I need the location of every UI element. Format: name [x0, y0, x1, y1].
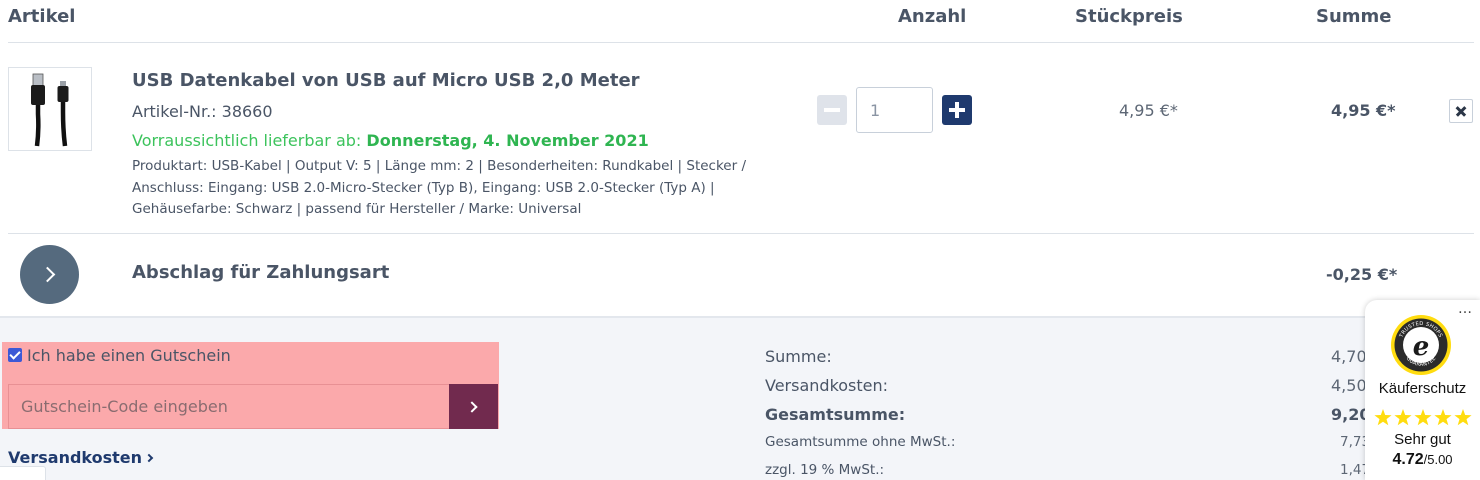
voucher-code-input[interactable] — [8, 384, 450, 429]
subtotal-value: 4,70 — [1331, 347, 1367, 366]
trusted-shops-seal-icon: e TRUSTED SHOPS GUARANTEE — [1391, 315, 1451, 375]
product-properties: Produktart: USB-Kabel | Output V: 5 | Lä… — [132, 156, 772, 221]
vat-label: zzgl. 19 % MwSt.: — [765, 462, 885, 478]
shipping-costs-label[interactable]: Versandkosten — [8, 448, 142, 467]
article-number: Artikel-Nr.: 38660 — [132, 102, 273, 121]
property-line: Gehäusefarbe: Schwarz | passend für Hers… — [132, 201, 582, 217]
star-icon — [1434, 409, 1452, 426]
property-line: Anschluss: Eingang: USB 2.0-Micro-Stecke… — [132, 179, 715, 196]
payment-surcharge-label: Abschlag für Zahlungsart — [132, 262, 390, 283]
rating-grade: Sehr gut — [1394, 431, 1451, 448]
shipping-label: Versandkosten: — [765, 376, 889, 395]
net-total-label: Gesamtsumme ohne MwSt.: — [765, 434, 956, 450]
star-icon — [1394, 409, 1412, 426]
buyer-protection-label: Käuferschutz — [1378, 380, 1467, 397]
line-sum: 4,95 €* — [1331, 101, 1396, 120]
product-image[interactable] — [8, 67, 92, 151]
property-line: Produktart: USB-Kabel | Output V: 5 | Lä… — [132, 158, 746, 174]
decrease-quantity-button[interactable] — [817, 95, 847, 125]
scroll-tab[interactable] — [0, 466, 46, 480]
voucher-submit-button[interactable] — [449, 384, 498, 429]
unit-price: 4,95 €* — [1119, 101, 1178, 120]
header-divider — [8, 42, 1474, 43]
payment-surcharge-value: -0,25 €* — [1326, 265, 1398, 284]
shipping-costs-link[interactable]: Versandkosten — [8, 448, 154, 467]
column-header-article: Artikel — [8, 6, 76, 27]
star-icon — [1454, 409, 1472, 426]
quantity-input[interactable] — [856, 87, 933, 133]
star-icon — [1374, 409, 1392, 426]
column-header-sum: Summe — [1316, 6, 1392, 27]
rating-stars — [1374, 409, 1472, 426]
delivery-prefix: Vorraussichtlich lieferbar ab: — [132, 131, 362, 150]
usb-cable-image — [31, 73, 69, 147]
star-icon — [1414, 409, 1432, 426]
svg-text:e: e — [1413, 332, 1430, 362]
chevron-right-icon[interactable] — [20, 245, 79, 304]
rating-value: 4.72 — [1392, 451, 1424, 468]
remove-item-button[interactable] — [1449, 99, 1473, 123]
item-divider — [8, 233, 1474, 234]
rating-score: 4.72/5.00 — [1365, 451, 1480, 469]
column-header-unit-price: Stückpreis — [1075, 6, 1183, 27]
product-title[interactable]: USB Datenkabel von USB auf Micro USB 2,0… — [132, 70, 640, 91]
chevron-right-icon — [144, 453, 154, 463]
trusted-shops-badge[interactable]: … e TRUSTED SHOPS GUARANTEE Käuferschutz… — [1365, 300, 1480, 480]
subtotal-label: Summe: — [765, 347, 832, 366]
column-header-quantity: Anzahl — [898, 6, 967, 27]
delivery-date: Donnerstag, 4. November 2021 — [366, 131, 649, 150]
voucher-checkbox-label[interactable]: Ich habe einen Gutschein — [27, 346, 231, 365]
shipping-value: 4,50 — [1331, 376, 1367, 395]
voucher-checkbox[interactable] — [8, 348, 22, 362]
increase-quantity-button[interactable] — [942, 95, 972, 125]
delivery-info: Vorraussichtlich lieferbar ab: Donnersta… — [132, 131, 649, 150]
more-options-icon[interactable]: … — [1458, 302, 1472, 316]
grand-total-label: Gesamtsumme: — [765, 405, 906, 424]
rating-max: /5.00 — [1423, 452, 1453, 467]
